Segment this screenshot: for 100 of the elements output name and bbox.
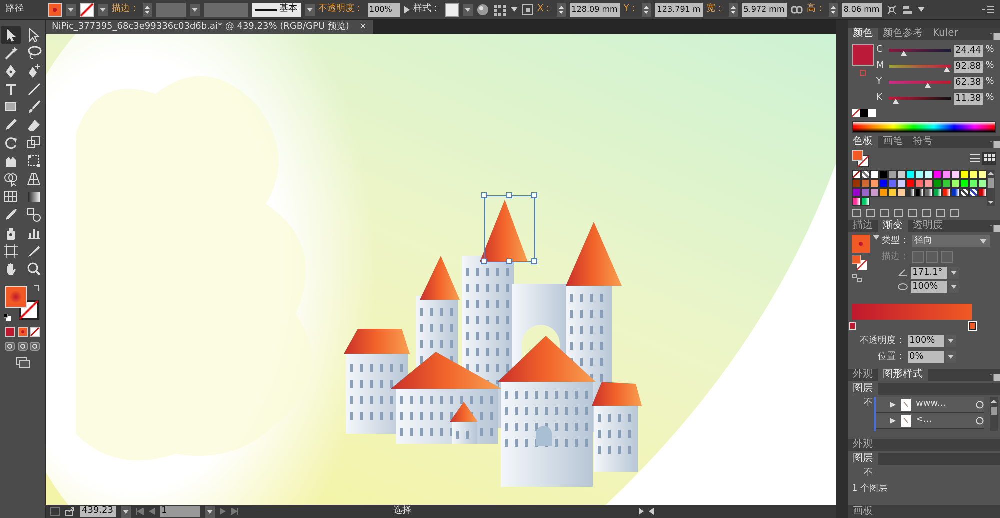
opacity-dropdown[interactable] xyxy=(946,335,956,348)
transform-icon[interactable] xyxy=(886,4,898,16)
aspect-ratio-field[interactable]: 100% xyxy=(910,281,946,293)
color-swatch[interactable] xyxy=(906,170,915,178)
layer-row[interactable]: <... xyxy=(876,413,984,429)
color-swatch[interactable] xyxy=(960,170,969,178)
gradient-type-dropdown[interactable]: 径向 xyxy=(912,235,990,248)
fill-color-swatch-icon[interactable] xyxy=(4,286,26,308)
panel-menu-icon[interactable] xyxy=(990,33,1000,40)
reverse-gradient-icon[interactable] xyxy=(852,274,862,282)
channel-value-field[interactable]: 62.38 xyxy=(954,76,984,89)
spinner-arrows-icon[interactable] xyxy=(828,2,838,16)
profile-caret-button[interactable] xyxy=(304,4,314,16)
next-artboard-icon[interactable] xyxy=(220,508,226,515)
previous-artboard-icon[interactable] xyxy=(148,508,154,515)
panel-tab[interactable]: 描边 xyxy=(848,220,878,232)
caret-icon[interactable] xyxy=(510,7,518,12)
stroke-none-swatch-icon[interactable] xyxy=(80,2,94,16)
export-icon[interactable] xyxy=(65,507,75,516)
panel-tab[interactable]: 画笔 xyxy=(878,136,908,148)
gradient-square-icon[interactable] xyxy=(26,189,42,205)
screen-mode-icon[interactable] xyxy=(16,356,30,368)
width-field[interactable]: 5.972 mm xyxy=(742,2,787,16)
color-swatch[interactable] xyxy=(861,170,870,178)
artboard-number-field[interactable]: 1 xyxy=(160,506,200,517)
caret-icon[interactable] xyxy=(918,7,925,12)
color-spectrum-bar[interactable] xyxy=(852,120,996,132)
layers-panel-title[interactable]: 图层 xyxy=(848,453,878,465)
triangle-right-icon[interactable] xyxy=(890,418,896,424)
free-transform-icon[interactable] xyxy=(26,153,42,169)
panel-tab[interactable]: 颜色参考 xyxy=(878,28,928,40)
slider-thumb[interactable] xyxy=(901,51,908,56)
draw-inside-icon[interactable] xyxy=(30,342,40,350)
color-swatch[interactable] xyxy=(879,170,888,178)
color-swatch[interactable] xyxy=(924,170,933,178)
lasso-icon[interactable] xyxy=(26,45,42,61)
gradient-preview-swatch-icon[interactable] xyxy=(852,234,870,252)
angle-field[interactable]: 171.1° xyxy=(910,266,946,278)
location-field[interactable]: 0% xyxy=(908,351,944,364)
layers-panel-title[interactable]: 图层 xyxy=(848,383,878,395)
align-icon[interactable] xyxy=(902,4,914,16)
diagonal-line-icon[interactable] xyxy=(26,81,42,97)
dotted-grid-icon[interactable] xyxy=(492,4,506,16)
scrollbar-icon[interactable] xyxy=(987,170,995,206)
x-field[interactable]: 128.09 mm xyxy=(570,2,620,16)
panel-tab[interactable]: 颜色 xyxy=(848,28,878,40)
reference-point-icon[interactable] xyxy=(522,4,534,16)
color-swatch[interactable] xyxy=(870,170,879,178)
height-field[interactable]: 8.06 mm xyxy=(842,2,882,16)
list-view-icon[interactable] xyxy=(968,152,982,165)
current-color-swatch-icon[interactable] xyxy=(852,44,874,66)
draw-normal-icon[interactable] xyxy=(5,342,15,350)
gradient-stop[interactable] xyxy=(969,322,976,330)
stroke-weight-field[interactable] xyxy=(156,2,186,16)
panel-tab[interactable]: 外观 xyxy=(848,369,878,381)
target-circle-icon[interactable] xyxy=(976,400,984,408)
zoom-icon[interactable] xyxy=(26,261,42,277)
none-color-icon[interactable] xyxy=(852,108,860,116)
eraser-icon[interactable] xyxy=(26,117,42,133)
caret-icon[interactable] xyxy=(872,234,880,240)
panel-menu-icon[interactable] xyxy=(990,224,1000,232)
slider-thumb[interactable] xyxy=(924,83,931,88)
panel-tab[interactable]: 透明度 xyxy=(908,220,948,232)
scale-squares-icon[interactable] xyxy=(26,135,42,151)
close-tab-button[interactable]: × xyxy=(359,20,367,34)
fill-dropdown[interactable] xyxy=(66,4,76,16)
artboards-panel-title[interactable]: 画板 xyxy=(848,506,878,518)
wand-icon[interactable] xyxy=(3,45,20,61)
stroke-profile-dropdown[interactable]: 基本 xyxy=(252,2,300,16)
mesh-grid-icon[interactable] xyxy=(3,189,20,205)
arrow-right-icon[interactable] xyxy=(638,508,644,515)
scrollbar-icon[interactable] xyxy=(990,397,998,431)
color-swatch[interactable] xyxy=(888,170,897,178)
rotate-arrow-icon[interactable] xyxy=(3,135,20,151)
default-colors-icon[interactable] xyxy=(4,314,10,321)
style-dropdown[interactable] xyxy=(462,4,472,16)
pencil-icon[interactable] xyxy=(3,117,20,133)
none-mode-icon[interactable] xyxy=(30,326,40,336)
gradient-mode-icon[interactable] xyxy=(18,326,28,336)
panel-tab[interactable]: 符号 xyxy=(908,136,938,148)
arrow-right-icon[interactable] xyxy=(404,6,410,14)
angle-dropdown[interactable] xyxy=(949,266,959,278)
artboard-frame-icon[interactable] xyxy=(3,243,20,259)
shape-builder-icon[interactable] xyxy=(3,171,20,187)
last-artboard-icon[interactable] xyxy=(230,508,238,515)
perspective-grid-icon[interactable] xyxy=(26,171,42,187)
artboard-dropdown[interactable] xyxy=(204,506,214,518)
color-swatch[interactable] xyxy=(969,170,978,178)
color-swatch[interactable] xyxy=(933,170,942,178)
spinner-arrows-icon[interactable] xyxy=(728,2,738,16)
panel-menu-icon[interactable] xyxy=(990,374,1000,381)
fill-stroke-swatch-icon[interactable] xyxy=(852,150,870,168)
channel-value-field[interactable]: 92.88 xyxy=(954,60,984,73)
location-dropdown[interactable] xyxy=(946,351,956,364)
none-swatch[interactable] xyxy=(852,170,861,178)
globe-icon[interactable] xyxy=(476,4,488,16)
fill-stroke-swatch-icon[interactable] xyxy=(852,255,868,271)
swatch-icon[interactable] xyxy=(860,108,868,116)
panel-tab[interactable]: 色板 xyxy=(848,136,878,148)
document-tab-title[interactable]: NiPic_377395_68c3e99336c03d6b.ai* @ 439.23% (RGB/GPU 预览) xyxy=(52,20,350,34)
